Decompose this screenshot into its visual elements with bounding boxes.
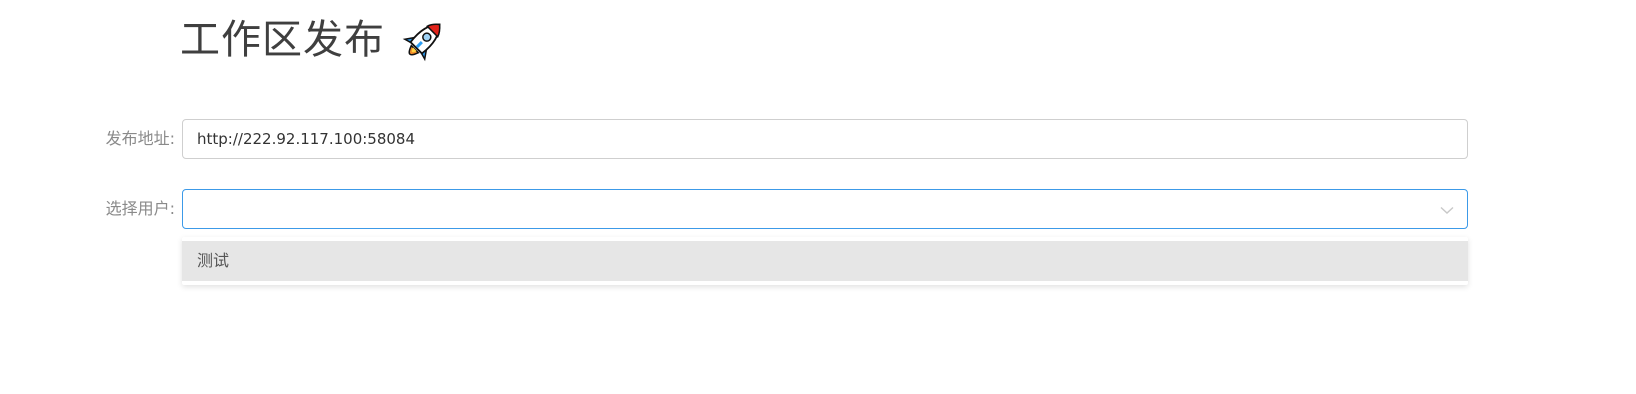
user-select[interactable]: [182, 189, 1468, 229]
publish-url-row: 发布地址:: [0, 119, 1470, 159]
chevron-down-icon: [1440, 206, 1454, 214]
publish-url-label: 发布地址:: [105, 129, 175, 148]
user-option[interactable]: 测试: [182, 241, 1468, 281]
select-user-label: 选择用户:: [105, 199, 175, 218]
publish-page: 工作区发布 发布地址: 选择用户:: [0, 0, 1636, 394]
select-user-row: 选择用户:: [0, 189, 1470, 229]
user-dropdown-menu: 测试: [182, 237, 1468, 285]
rocket-icon: [402, 23, 441, 62]
title-row: 工作区发布: [180, 12, 449, 68]
page-title: 工作区发布: [180, 17, 385, 63]
publish-url-input[interactable]: [182, 119, 1468, 159]
